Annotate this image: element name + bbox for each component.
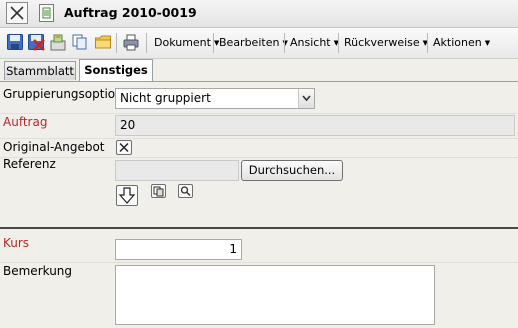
remark-label: Bemerkung [3, 264, 73, 278]
document-icon [39, 4, 54, 22]
menu-ansicht[interactable]: Ansicht ▼ [290, 36, 339, 49]
close-window-icon[interactable] [6, 2, 28, 24]
window-title: Auftrag 2010-0019 [64, 5, 197, 20]
original-offer-checkbox[interactable] [116, 140, 132, 155]
grouping-select[interactable]: Nicht gruppiert [115, 88, 315, 109]
tab-stammblatt[interactable]: Stammblatt [4, 61, 76, 80]
tab-strip: Stammblatt Sonstiges [0, 59, 518, 82]
browse-button[interactable]: Durchsuchen... [241, 160, 343, 181]
paste-icon[interactable] [151, 184, 166, 198]
title-bar: Auftrag 2010-0019 [0, 0, 518, 28]
new-icon[interactable] [49, 33, 67, 51]
form-sonstiges: Gruppierungsoption Nicht gruppiert Auftr… [0, 82, 518, 328]
menu-aktionen[interactable]: Aktionen ▼ [433, 36, 490, 49]
toolbar-separator [213, 33, 214, 53]
original-offer-label: Original-Angebot [3, 140, 105, 154]
toolbar-separator [116, 33, 117, 53]
reference-label: Referenz [3, 157, 56, 171]
toolbar-separator [427, 33, 428, 53]
save-icon[interactable] [6, 33, 24, 51]
row-divider [0, 262, 518, 263]
menu-dokument[interactable]: Dokument ▼ [154, 36, 219, 49]
row-divider [0, 138, 518, 139]
toolbar-separator [146, 33, 147, 53]
reference-field[interactable] [115, 160, 239, 181]
rate-input[interactable]: 1 [115, 239, 242, 260]
menu-bearbeiten[interactable]: Bearbeiten ▼ [219, 36, 288, 49]
menu-rueckverweise[interactable]: Rückverweise ▼ [344, 36, 428, 49]
chevron-down-icon [298, 89, 314, 108]
order-label: Auftrag [3, 115, 48, 129]
print-icon[interactable] [122, 33, 140, 51]
order-field: 20 [115, 115, 515, 136]
copy-icon[interactable] [71, 33, 89, 51]
rate-label: Kurs [3, 236, 30, 250]
row-divider [0, 157, 518, 158]
remark-textarea[interactable] [115, 265, 435, 325]
toolbar-separator [284, 33, 285, 53]
toolbar: Dokument ▼ Bearbeiten ▼ Ansicht ▼ Rückverwe… [0, 28, 518, 59]
arrow-down-icon[interactable] [116, 185, 138, 206]
toolbar-separator [338, 33, 339, 53]
delete-icon[interactable] [27, 33, 45, 51]
section-divider [0, 227, 518, 229]
search-icon[interactable] [178, 184, 193, 198]
grouping-label: Gruppierungsoption [3, 87, 123, 101]
tab-sonstiges[interactable]: Sonstiges [79, 59, 153, 81]
row-divider [0, 113, 518, 114]
folder-icon[interactable] [94, 33, 112, 51]
